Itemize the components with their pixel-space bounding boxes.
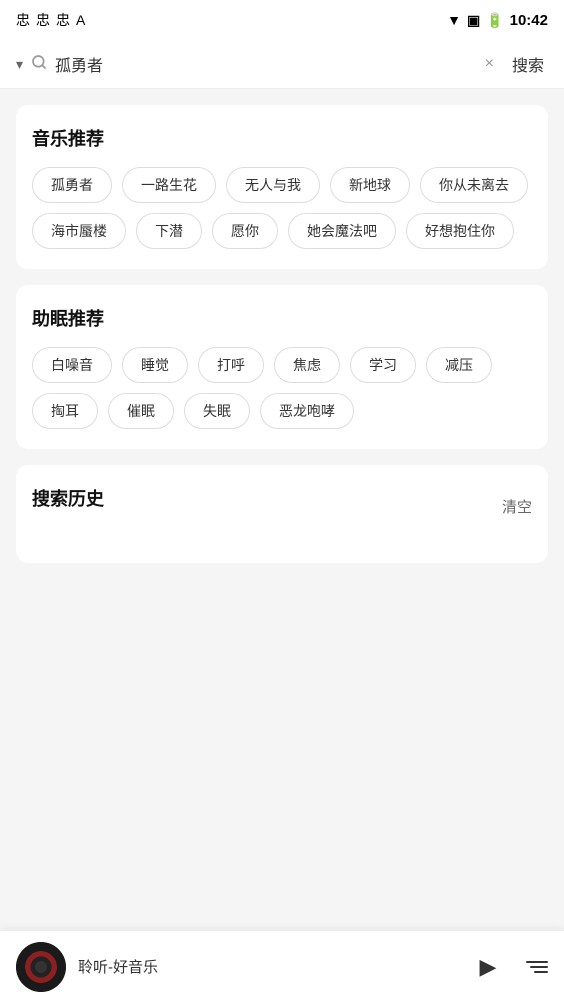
sleep-tag-elongpaoxiao[interactable]: 恶龙咆哮	[260, 393, 354, 429]
sleep-tag-xuexi[interactable]: 学习	[350, 347, 416, 383]
a-icon: A	[76, 12, 85, 28]
search-input[interactable]	[55, 55, 471, 73]
clear-search-button[interactable]: ×	[479, 53, 500, 75]
music-tag-xiaqian[interactable]: 下潜	[136, 213, 202, 249]
music-tags-container: 孤勇者 一路生花 无人与我 新地球 你从未离去 海市蜃楼 下潜 愿你 她会魔法吧…	[32, 167, 532, 249]
sleep-tag-jianya[interactable]: 减压	[426, 347, 492, 383]
sleep-tag-dahe[interactable]: 打呼	[198, 347, 264, 383]
music-tag-yilushenghua[interactable]: 一路生花	[122, 167, 216, 203]
notification-icon-3: 忠	[56, 10, 70, 30]
sleep-tag-shimian[interactable]: 失眠	[184, 393, 250, 429]
sleep-section-title: 助眠推荐	[32, 305, 532, 331]
main-content: 音乐推荐 孤勇者 一路生花 无人与我 新地球 你从未离去 海市蜃楼 下潜 愿你 …	[0, 89, 564, 922]
clear-history-button[interactable]: 清空	[502, 496, 532, 517]
sleep-tag-baizoayin[interactable]: 白噪音	[32, 347, 112, 383]
bottom-player: 聆听-好音乐 ▶	[0, 930, 564, 1002]
time-display: 10:42	[510, 12, 548, 29]
sleep-tag-jiaolv[interactable]: 焦虑	[274, 347, 340, 383]
search-bar: ▾ × 搜索	[0, 40, 564, 89]
music-tag-baozhuni[interactable]: 好想抱住你	[406, 213, 514, 249]
battery-icon: 🔋	[486, 12, 503, 29]
music-recommendation-section: 音乐推荐 孤勇者 一路生花 无人与我 新地球 你从未离去 海市蜃楼 下潜 愿你 …	[16, 105, 548, 269]
music-tag-xindiqiu[interactable]: 新地球	[330, 167, 410, 203]
playlist-line-3	[534, 971, 548, 973]
music-tag-nicongweiliqv[interactable]: 你从未离去	[420, 167, 528, 203]
playlist-line-1	[526, 961, 548, 963]
play-button[interactable]: ▶	[470, 949, 506, 985]
music-tag-yuanni[interactable]: 愿你	[212, 213, 278, 249]
playlist-line-2	[530, 966, 548, 968]
status-bar: 忠 忠 忠 A ▼ ▣ 🔋 10:42	[0, 0, 564, 40]
status-right-group: ▼ ▣ 🔋 10:42	[447, 12, 548, 29]
sleep-tag-taoer[interactable]: 掏耳	[32, 393, 98, 429]
music-section-title: 音乐推荐	[32, 125, 532, 151]
status-icons: 忠 忠 忠 A	[16, 10, 85, 30]
player-title: 聆听-好音乐	[78, 956, 458, 977]
notification-icon-1: 忠	[16, 10, 30, 30]
history-section-title: 搜索历史	[32, 485, 104, 511]
music-tag-wurenyuwo[interactable]: 无人与我	[226, 167, 320, 203]
search-history-section: 搜索历史 清空	[16, 465, 548, 563]
wifi-icon: ▼	[447, 12, 461, 28]
sleep-recommendation-section: 助眠推荐 白噪音 睡觉 打呼 焦虑 学习 减压 掏耳 催眠 失眠 恶龙咆哮	[16, 285, 548, 449]
player-controls: ▶	[470, 949, 548, 985]
music-tag-guyongzhe[interactable]: 孤勇者	[32, 167, 112, 203]
search-icon	[31, 54, 47, 75]
dropdown-arrow-icon[interactable]: ▾	[16, 56, 23, 73]
notification-icon-2: 忠	[36, 10, 50, 30]
music-tag-haishilou[interactable]: 海市蜃楼	[32, 213, 126, 249]
search-button[interactable]: 搜索	[508, 52, 548, 76]
album-art[interactable]	[16, 942, 66, 992]
sleep-tag-shuijiao[interactable]: 睡觉	[122, 347, 188, 383]
music-tag-mofa[interactable]: 她会魔法吧	[288, 213, 396, 249]
history-header: 搜索历史 清空	[32, 485, 532, 527]
playlist-button[interactable]	[526, 961, 548, 973]
sleep-tags-container: 白噪音 睡觉 打呼 焦虑 学习 减压 掏耳 催眠 失眠 恶龙咆哮	[32, 347, 532, 429]
sleep-tag-cuimian[interactable]: 催眠	[108, 393, 174, 429]
signal-icon: ▣	[467, 12, 480, 29]
